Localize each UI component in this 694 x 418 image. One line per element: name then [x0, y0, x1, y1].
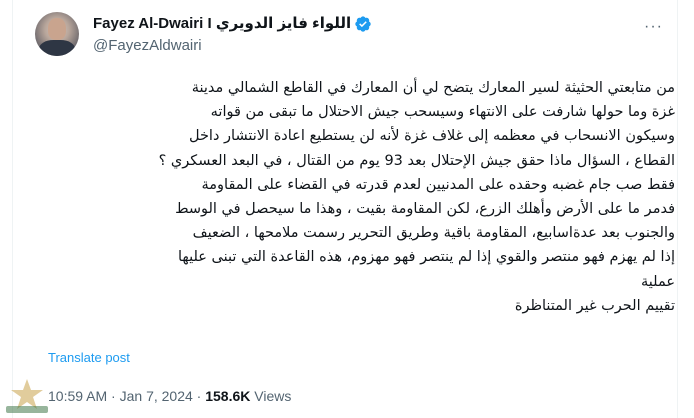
meta-separator: ·: [196, 388, 206, 404]
author-handle[interactable]: @FayezAldwairi: [93, 36, 202, 56]
tweet-line: عملية: [641, 273, 675, 290]
translate-post-link[interactable]: Translate post: [48, 349, 130, 367]
tweet-line: فدمر ما على الأرض وأهلك الزرع، لكن المقا…: [175, 201, 675, 218]
avatar-head: [48, 18, 66, 40]
author-name-arabic[interactable]: اللواء فايز الدويري: [216, 14, 351, 34]
meta-separator: ·: [111, 388, 120, 404]
tweet-line: إذا لم يهزم فهو منتصر والقوي إذا لم ينتص…: [177, 249, 675, 266]
tweet-time[interactable]: 10:59 AM: [48, 388, 107, 404]
author-name[interactable]: Fayez Al-Dwairi I: [93, 14, 212, 34]
author-name-row[interactable]: Fayez Al-Dwairi I اللواء فايز الدويري: [93, 14, 372, 34]
tweet-text: من متابعتي الحثيثة لسير المعارك يتضح لي …: [35, 76, 675, 318]
avatar[interactable]: [35, 12, 79, 56]
more-options-icon[interactable]: ···: [644, 18, 663, 36]
tweet-line: وسيكون الانسحاب في معظمه إلى غلاف غزة لأ…: [188, 128, 675, 145]
tweet-line: فقط صب جام غضبه وحقده على المدنيين لعدم …: [201, 176, 676, 193]
tweet-line: من متابعتي الحثيثة لسير المعارك يتضح لي …: [191, 80, 675, 96]
tweet-line: تقييم الحرب غير المتناظرة: [514, 297, 675, 314]
tweet-line: والجنوب بعد عدةاسابيع، المقاومة باقية وط…: [192, 225, 675, 242]
views-count: 158.6K: [205, 388, 251, 404]
watermark-emblem-icon: [6, 379, 48, 413]
tweet-line: القطاع ، السؤال ماذا حقق جيش الإحتلال بع…: [158, 152, 675, 169]
tweet-line: غزة وما حولها شارفت على الانتهاء وسيسحب …: [210, 104, 675, 121]
tweet-meta: 10:59 AM · Jan 7, 2024 · 158.6K Views: [48, 386, 291, 406]
verified-badge-icon: [355, 16, 371, 32]
views-label: Views: [254, 388, 292, 404]
tweet-date[interactable]: Jan 7, 2024: [120, 388, 193, 404]
tweet-card: Fayez Al-Dwairi I اللواء فايز الدويري @F…: [12, 0, 678, 418]
avatar-body: [39, 40, 75, 56]
